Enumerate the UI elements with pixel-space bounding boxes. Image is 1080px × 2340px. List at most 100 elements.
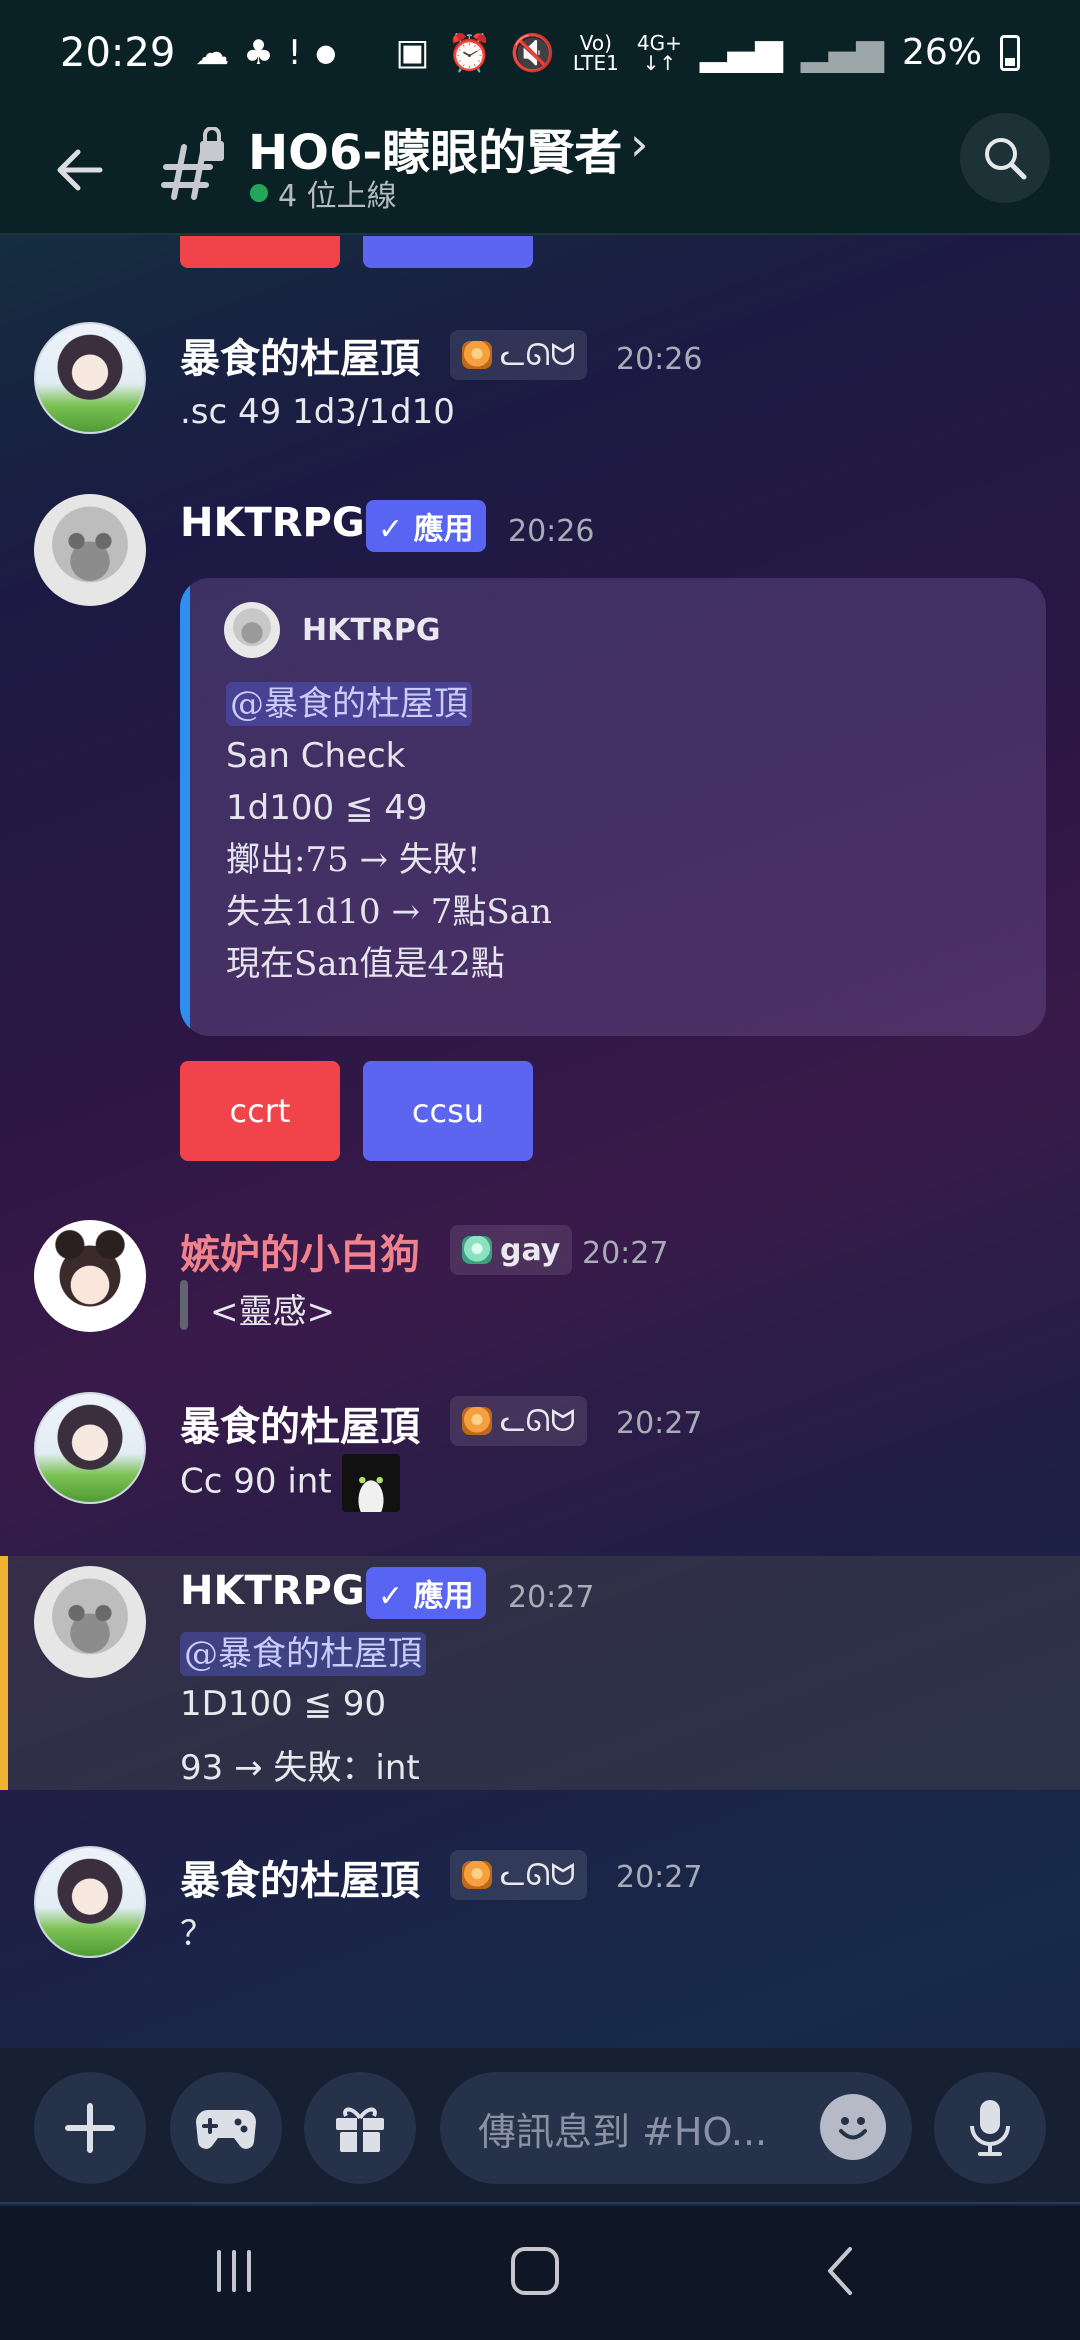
chevron-left-icon <box>828 2247 852 2295</box>
message-composer: 傳訊息到 #HO... <box>0 2048 1080 2204</box>
message-input[interactable]: 傳訊息到 #HO... <box>440 2072 912 2184</box>
battery-icon <box>1000 34 1020 71</box>
quote-bar <box>180 1280 188 1330</box>
signal-icon-2: ▂▄▆ <box>800 32 884 73</box>
home-icon <box>511 2247 559 2295</box>
recent-apps-button[interactable] <box>184 2236 284 2306</box>
game-controller-icon: ☁ <box>195 32 230 73</box>
timestamp: 20:26 <box>616 342 703 377</box>
embed-line: 失去1d10 → 7點San <box>226 892 552 932</box>
microphone-icon <box>970 2100 1010 2156</box>
message-text: 1D100 ≦ 90 <box>180 1684 387 1724</box>
author-name[interactable]: 嫉妒的小白狗 <box>180 1222 420 1280</box>
author-name[interactable]: 暴食的杜屋頂 <box>180 1848 420 1906</box>
heart-icon <box>462 1407 492 1435</box>
system-navigation-bar <box>0 2206 1080 2340</box>
discord-icon: ♣ <box>243 32 274 73</box>
gift-button[interactable] <box>304 2072 416 2184</box>
lte-icon: 4G+ ↓↑ <box>636 30 682 75</box>
ccrt-button-partial[interactable] <box>180 236 340 268</box>
arrow-left-icon <box>57 149 103 191</box>
voice-message-button[interactable] <box>934 2072 1046 2184</box>
online-dot-icon <box>250 184 268 202</box>
heart-icon <box>462 341 492 369</box>
embed: HKTRPG @暴食的杜屋頂 San Check 1d100 ≦ 49 擲出:7… <box>180 578 1046 1036</box>
plus-icon <box>65 2103 115 2153</box>
app-tag: ✓ 應用 <box>366 500 486 552</box>
avatar[interactable] <box>34 1566 146 1678</box>
notification-icons: ☁ ♣ ! ● <box>195 33 336 73</box>
activities-button[interactable] <box>170 2072 282 2184</box>
status-right: ▣ ⏰ 🔇 Vo) LTE1 4G+ ↓↑ ▂▄▆ ▂▄▆ 26% <box>395 32 1020 74</box>
author-name[interactable]: 暴食的杜屋頂 <box>180 326 420 384</box>
heart-icon <box>462 1236 492 1264</box>
mute-icon: 🔇 <box>510 32 555 74</box>
message-text: Cc 90 int <box>180 1454 401 1512</box>
avatar[interactable] <box>34 322 146 434</box>
embed-avatar <box>224 602 280 658</box>
role-tag: ᓚᘏᗢ <box>450 1850 588 1900</box>
avatar[interactable] <box>34 1846 146 1958</box>
online-status: 4 位上線 <box>250 171 397 215</box>
chevron-right-icon[interactable]: › <box>630 117 648 171</box>
embed-line: 1d100 ≦ 49 <box>226 788 428 828</box>
search-button[interactable] <box>960 113 1050 203</box>
heart-icon <box>462 1861 492 1889</box>
timestamp: 20:27 <box>508 1580 595 1615</box>
home-button[interactable] <box>485 2236 585 2306</box>
message-text: ？ <box>180 1914 214 1954</box>
status-bar: 20:29 ☁ ♣ ! ● ▣ ⏰ 🔇 Vo) LTE1 4G+ ↓↑ ▂▄▆ ▂▄… <box>0 0 1080 105</box>
back-nav-button[interactable] <box>790 2236 890 2306</box>
message-text: <靈感> <box>210 1292 335 1332</box>
add-attachment-button[interactable] <box>34 2072 146 2184</box>
user-mention[interactable]: @暴食的杜屋頂 <box>226 682 472 726</box>
role-tag: gay <box>450 1225 573 1275</box>
timestamp: 20:26 <box>508 514 595 549</box>
timestamp: 20:27 <box>582 1236 669 1271</box>
battery-percent: 26% <box>901 32 982 73</box>
message-text: 93 → 失敗：int <box>180 1748 420 1788</box>
recents-icon <box>217 2250 251 2292</box>
avatar[interactable] <box>34 1220 146 1332</box>
author-name[interactable]: HKTRPG <box>180 1568 365 1614</box>
ccsu-button[interactable]: ccsu <box>363 1061 533 1161</box>
search-icon <box>985 138 1027 180</box>
signal-icon: ▂▄▆ <box>699 32 783 73</box>
dot-icon: ● <box>315 38 337 67</box>
embed-line: 擲出:75 → 失敗! <box>226 840 481 880</box>
ccrt-button[interactable]: ccrt <box>180 1061 340 1161</box>
timestamp: 20:27 <box>616 1406 703 1441</box>
message-mention: @暴食的杜屋頂 <box>180 1626 426 1676</box>
message-text: .sc 49 1d3/1d10 <box>180 392 455 432</box>
embed-accent-bar <box>180 578 190 1036</box>
channel-header: HO6-矇眼的賢者 › 4 位上線 <box>0 105 1080 235</box>
embed-body: @暴食的杜屋頂 San Check 1d100 ≦ 49 擲出:75 → 失敗!… <box>226 678 552 990</box>
embed-line: San Check <box>226 736 406 776</box>
role-tag: ᓚᘏᗢ <box>450 330 588 380</box>
role-tag: ᓚᘏᗢ <box>450 1396 588 1446</box>
status-time: 20:29 <box>60 29 176 76</box>
embed-line: 現在San值是42點 <box>226 944 505 984</box>
avatar[interactable] <box>34 1392 146 1504</box>
app-tag: ✓ 應用 <box>366 1567 486 1619</box>
embed-author: HKTRPG <box>224 602 441 658</box>
alarm-icon: ⏰ <box>447 32 493 74</box>
online-count: 4 位上線 <box>278 179 397 214</box>
cat-emoji-icon <box>342 1454 401 1512</box>
avatar[interactable] <box>34 494 146 606</box>
volte-icon: Vo) LTE1 <box>572 30 619 75</box>
alert-icon: ! <box>287 32 302 73</box>
timestamp: 20:27 <box>616 1860 703 1895</box>
author-name[interactable]: HKTRPG <box>180 500 365 546</box>
gamepad-icon <box>196 2110 256 2149</box>
ccsu-button-partial[interactable] <box>363 236 533 268</box>
author-name[interactable]: 暴食的杜屋頂 <box>180 1394 420 1452</box>
user-mention[interactable]: @暴食的杜屋頂 <box>180 1632 426 1676</box>
smiley-icon <box>839 2117 867 2140</box>
emoji-button[interactable] <box>820 2094 886 2160</box>
gift-icon <box>336 2107 384 2152</box>
battery-saver-icon: ▣ <box>395 32 430 73</box>
back-button[interactable] <box>45 135 115 205</box>
message-input-placeholder: 傳訊息到 #HO... <box>478 2109 768 2154</box>
private-channel-icon <box>160 126 230 207</box>
